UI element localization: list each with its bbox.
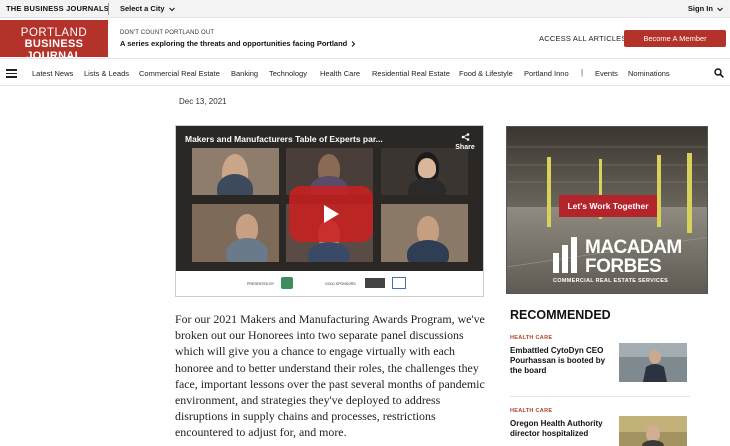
nav-item-residential-real-estate[interactable]: Residential Real Estate — [372, 69, 450, 78]
nav-item-events[interactable]: Events — [595, 69, 618, 78]
article-body: For our 2021 Makers and Manufacturing Aw… — [175, 312, 485, 440]
divider — [510, 396, 690, 397]
recommended-thumbnail[interactable] — [619, 343, 687, 382]
divider — [108, 3, 109, 15]
share-label: Share — [455, 144, 475, 151]
hamburger-menu-icon[interactable] — [6, 69, 17, 78]
presented-by-label: PRESENTED BY — [247, 282, 275, 286]
video-title[interactable]: Makers and Manufacturers Table of Expert… — [185, 134, 383, 144]
sponsor-logo — [281, 277, 293, 289]
sponsor-logo — [365, 278, 385, 288]
nav-item-food-lifestyle[interactable]: Food & Lifestyle — [459, 69, 513, 78]
sign-in-button[interactable]: Sign In — [688, 4, 723, 13]
main-nav: Latest News Lists & Leads Commercial Rea… — [0, 58, 730, 86]
article-date: Dec 13, 2021 — [179, 97, 227, 106]
promo-link[interactable]: A series exploring the threats and oppor… — [120, 39, 356, 48]
nav-separator: | — [581, 68, 584, 77]
ad-tagline: COMMERCIAL REAL ESTATE SERVICES — [553, 278, 669, 284]
search-icon[interactable] — [714, 68, 724, 78]
ad-logo-word-forbes: FORBES — [585, 256, 662, 277]
nav-item-technology[interactable]: Technology — [269, 69, 307, 78]
macadam-forbes-logo-icon — [553, 237, 577, 273]
site-logo[interactable]: PORTLAND BUSINESS JOURNAL — [0, 20, 108, 62]
video-player[interactable]: Makers and Manufacturers Table of Expert… — [175, 125, 484, 297]
nav-item-commercial-real-estate[interactable]: Commercial Real Estate — [139, 69, 220, 78]
share-icon — [461, 133, 469, 141]
chevron-down-icon — [168, 7, 175, 11]
recommended-category[interactable]: HEALTH CARE — [510, 335, 552, 341]
play-button[interactable] — [289, 186, 373, 242]
share-button[interactable]: Share — [451, 133, 479, 151]
recommended-article-link[interactable]: Oregon Health Authority director hospita… — [510, 419, 615, 439]
ad-cta-button[interactable]: Let's Work Together — [559, 195, 657, 217]
video-participant-tile — [381, 148, 468, 195]
gold-sponsors-label: GOLD SPONSORS — [325, 282, 356, 286]
nav-item-latest-news[interactable]: Latest News — [32, 69, 73, 78]
video-sponsor-strip: PRESENTED BY GOLD SPONSORS — [176, 271, 483, 296]
chevron-down-icon — [717, 7, 723, 11]
city-select[interactable]: Select a City — [120, 4, 175, 13]
city-select-label: Select a City — [120, 4, 165, 13]
nav-item-banking[interactable]: Banking — [231, 69, 258, 78]
chevron-right-icon — [352, 41, 356, 47]
video-participant-tile — [192, 204, 279, 262]
nav-item-portland-inno[interactable]: Portland Inno — [524, 69, 569, 78]
promo-kicker[interactable]: DON'T COUNT PORTLAND OUT — [120, 30, 214, 36]
recommended-category[interactable]: HEALTH CARE — [510, 408, 552, 414]
advertisement[interactable]: Let's Work Together MACADAM FORBES COMME… — [506, 126, 708, 294]
video-participant-tile — [192, 148, 279, 195]
recommended-article-link[interactable]: Embattled CytoDyn CEO Pourhassan is boot… — [510, 346, 615, 376]
nav-item-nominations[interactable]: Nominations — [628, 69, 670, 78]
become-member-button[interactable]: Become A Member — [624, 30, 726, 47]
recommended-thumbnail[interactable] — [619, 416, 687, 446]
play-icon — [324, 205, 339, 223]
recommended-heading: RECOMMENDED — [510, 308, 611, 322]
video-participant-tile — [381, 204, 468, 262]
nav-item-health-care[interactable]: Health Care — [320, 69, 360, 78]
network-brand-link[interactable]: THE BUSINESS JOURNALS — [6, 4, 109, 13]
sponsor-logo — [392, 277, 406, 289]
sign-in-label: Sign In — [687, 4, 713, 13]
nav-item-lists-leads[interactable]: Lists & Leads — [84, 69, 129, 78]
promo-link-label: A series exploring the threats and oppor… — [120, 39, 348, 48]
top-bar: THE BUSINESS JOURNALS Select a City Sign… — [0, 0, 730, 18]
access-all-articles-link[interactable]: ACCESS ALL ARTICLES — [539, 34, 627, 43]
